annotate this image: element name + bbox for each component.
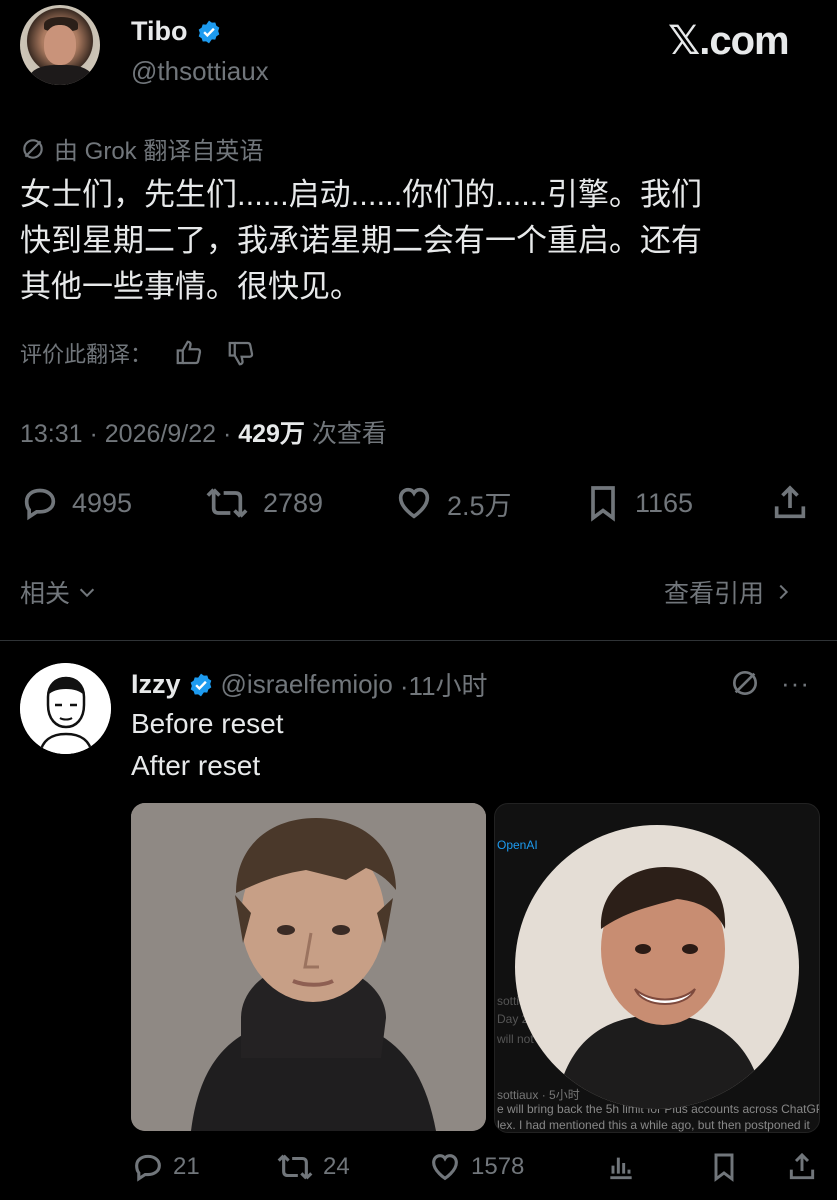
like-button[interactable]: 2.5万 [393,483,512,523]
bookmark-count: 1165 [635,487,694,518]
reply-icon [135,1154,161,1182]
share-icon [774,485,806,519]
rate-translation-label: 评价此翻译： [20,342,153,367]
x-com-brand: 𝕏.com [668,19,790,63]
author-avatar[interactable] [20,5,100,85]
view-quotes-label: 查看引用 [664,580,765,608]
verified-badge-icon [198,20,219,43]
screenshot-text: lex. I had mentioned this a while ago, b… [497,1118,810,1132]
views-icon [610,1157,632,1180]
reply-views-button[interactable] [605,1150,637,1184]
view-quotes-link[interactable]: 查看引用 [664,574,794,610]
tweet-text-line: 其他一些事情。很快见。 [20,269,361,304]
views-count: 429万 [238,420,305,448]
reply-time: ·11小时 [399,671,488,701]
reply-share-button[interactable] [786,1150,818,1184]
reply-like-count: 1578 [471,1153,525,1180]
thumbs-up-icon[interactable] [174,338,204,368]
related-toggle[interactable]: 相关 [20,574,98,610]
reply-author-handle[interactable]: @israelfemiojo [221,669,393,700]
verified-badge-icon [190,673,211,696]
translate-icon [23,138,43,159]
retweet-icon [206,488,248,518]
cartoon-avatar-icon [20,663,111,754]
reply-bookmark-button[interactable] [708,1150,740,1184]
heart-icon [398,487,430,519]
reply-text-line: Before reset [131,708,284,739]
thumbs-down-icon[interactable] [226,338,256,368]
circle-portrait-icon [515,825,799,1109]
translation-note: 由 Grok 翻译自英语 [54,138,264,165]
reply-author-name[interactable]: Izzy [131,669,181,700]
share-icon [789,1152,815,1180]
bookmark-icon [714,1153,734,1182]
reply-image-after[interactable]: OpenAI sottiaux Day 2 will not sottiaux … [494,803,820,1133]
tweet-meta: 13:31 · 2026/9/22 · 429万 次查看 [20,414,387,450]
retweet-button[interactable]: 2789 [203,483,323,523]
bookmark-icon [591,486,615,522]
tweet-text-line: 快到星期二了，我承诺星期二会有一个重启。还有 [20,223,702,258]
chevron-down-icon [79,588,95,598]
tweet-text: 女士们，先生们......启动......你们的......引擎。我们 快到星期… [20,172,820,310]
reply-text: Before reset After reset [131,703,284,787]
retweet-count: 2789 [263,487,324,518]
reply-reply-count: 21 [173,1153,200,1180]
retweet-icon [277,1154,313,1180]
divider [0,640,837,641]
author-handle[interactable]: @thsottiaux [131,56,269,87]
reply-count: 4995 [72,487,133,518]
tweet-timestamp[interactable]: 13:31 · 2026/9/22 · [20,420,238,448]
views-label: 次查看 [304,420,387,448]
reply-like-button[interactable]: 1578 [427,1150,524,1184]
reply-button[interactable]: 4995 [20,483,132,523]
reply-image-before[interactable] [131,803,486,1131]
reply-retweet-button[interactable]: 24 [275,1150,350,1184]
reply-icon [24,488,56,521]
more-options-icon[interactable]: ··· [781,668,810,699]
author-name[interactable]: Tibo [131,16,188,47]
man-photo-icon [131,803,486,1131]
reply-text-line: After reset [131,750,261,781]
bookmark-button[interactable]: 1165 [583,483,693,523]
reply-reply-button[interactable]: 21 [131,1150,200,1184]
reply-retweet-count: 24 [323,1153,350,1180]
tweet-text-line: 女士们，先生们......启动......你们的......引擎。我们 [20,177,703,212]
chevron-right-icon [779,584,789,600]
translate-icon[interactable] [729,667,761,699]
related-label: 相关 [20,580,71,608]
share-button[interactable] [770,483,810,523]
reply-author-avatar[interactable] [20,663,111,754]
like-count: 2.5万 [447,490,512,521]
heart-icon [432,1154,458,1181]
